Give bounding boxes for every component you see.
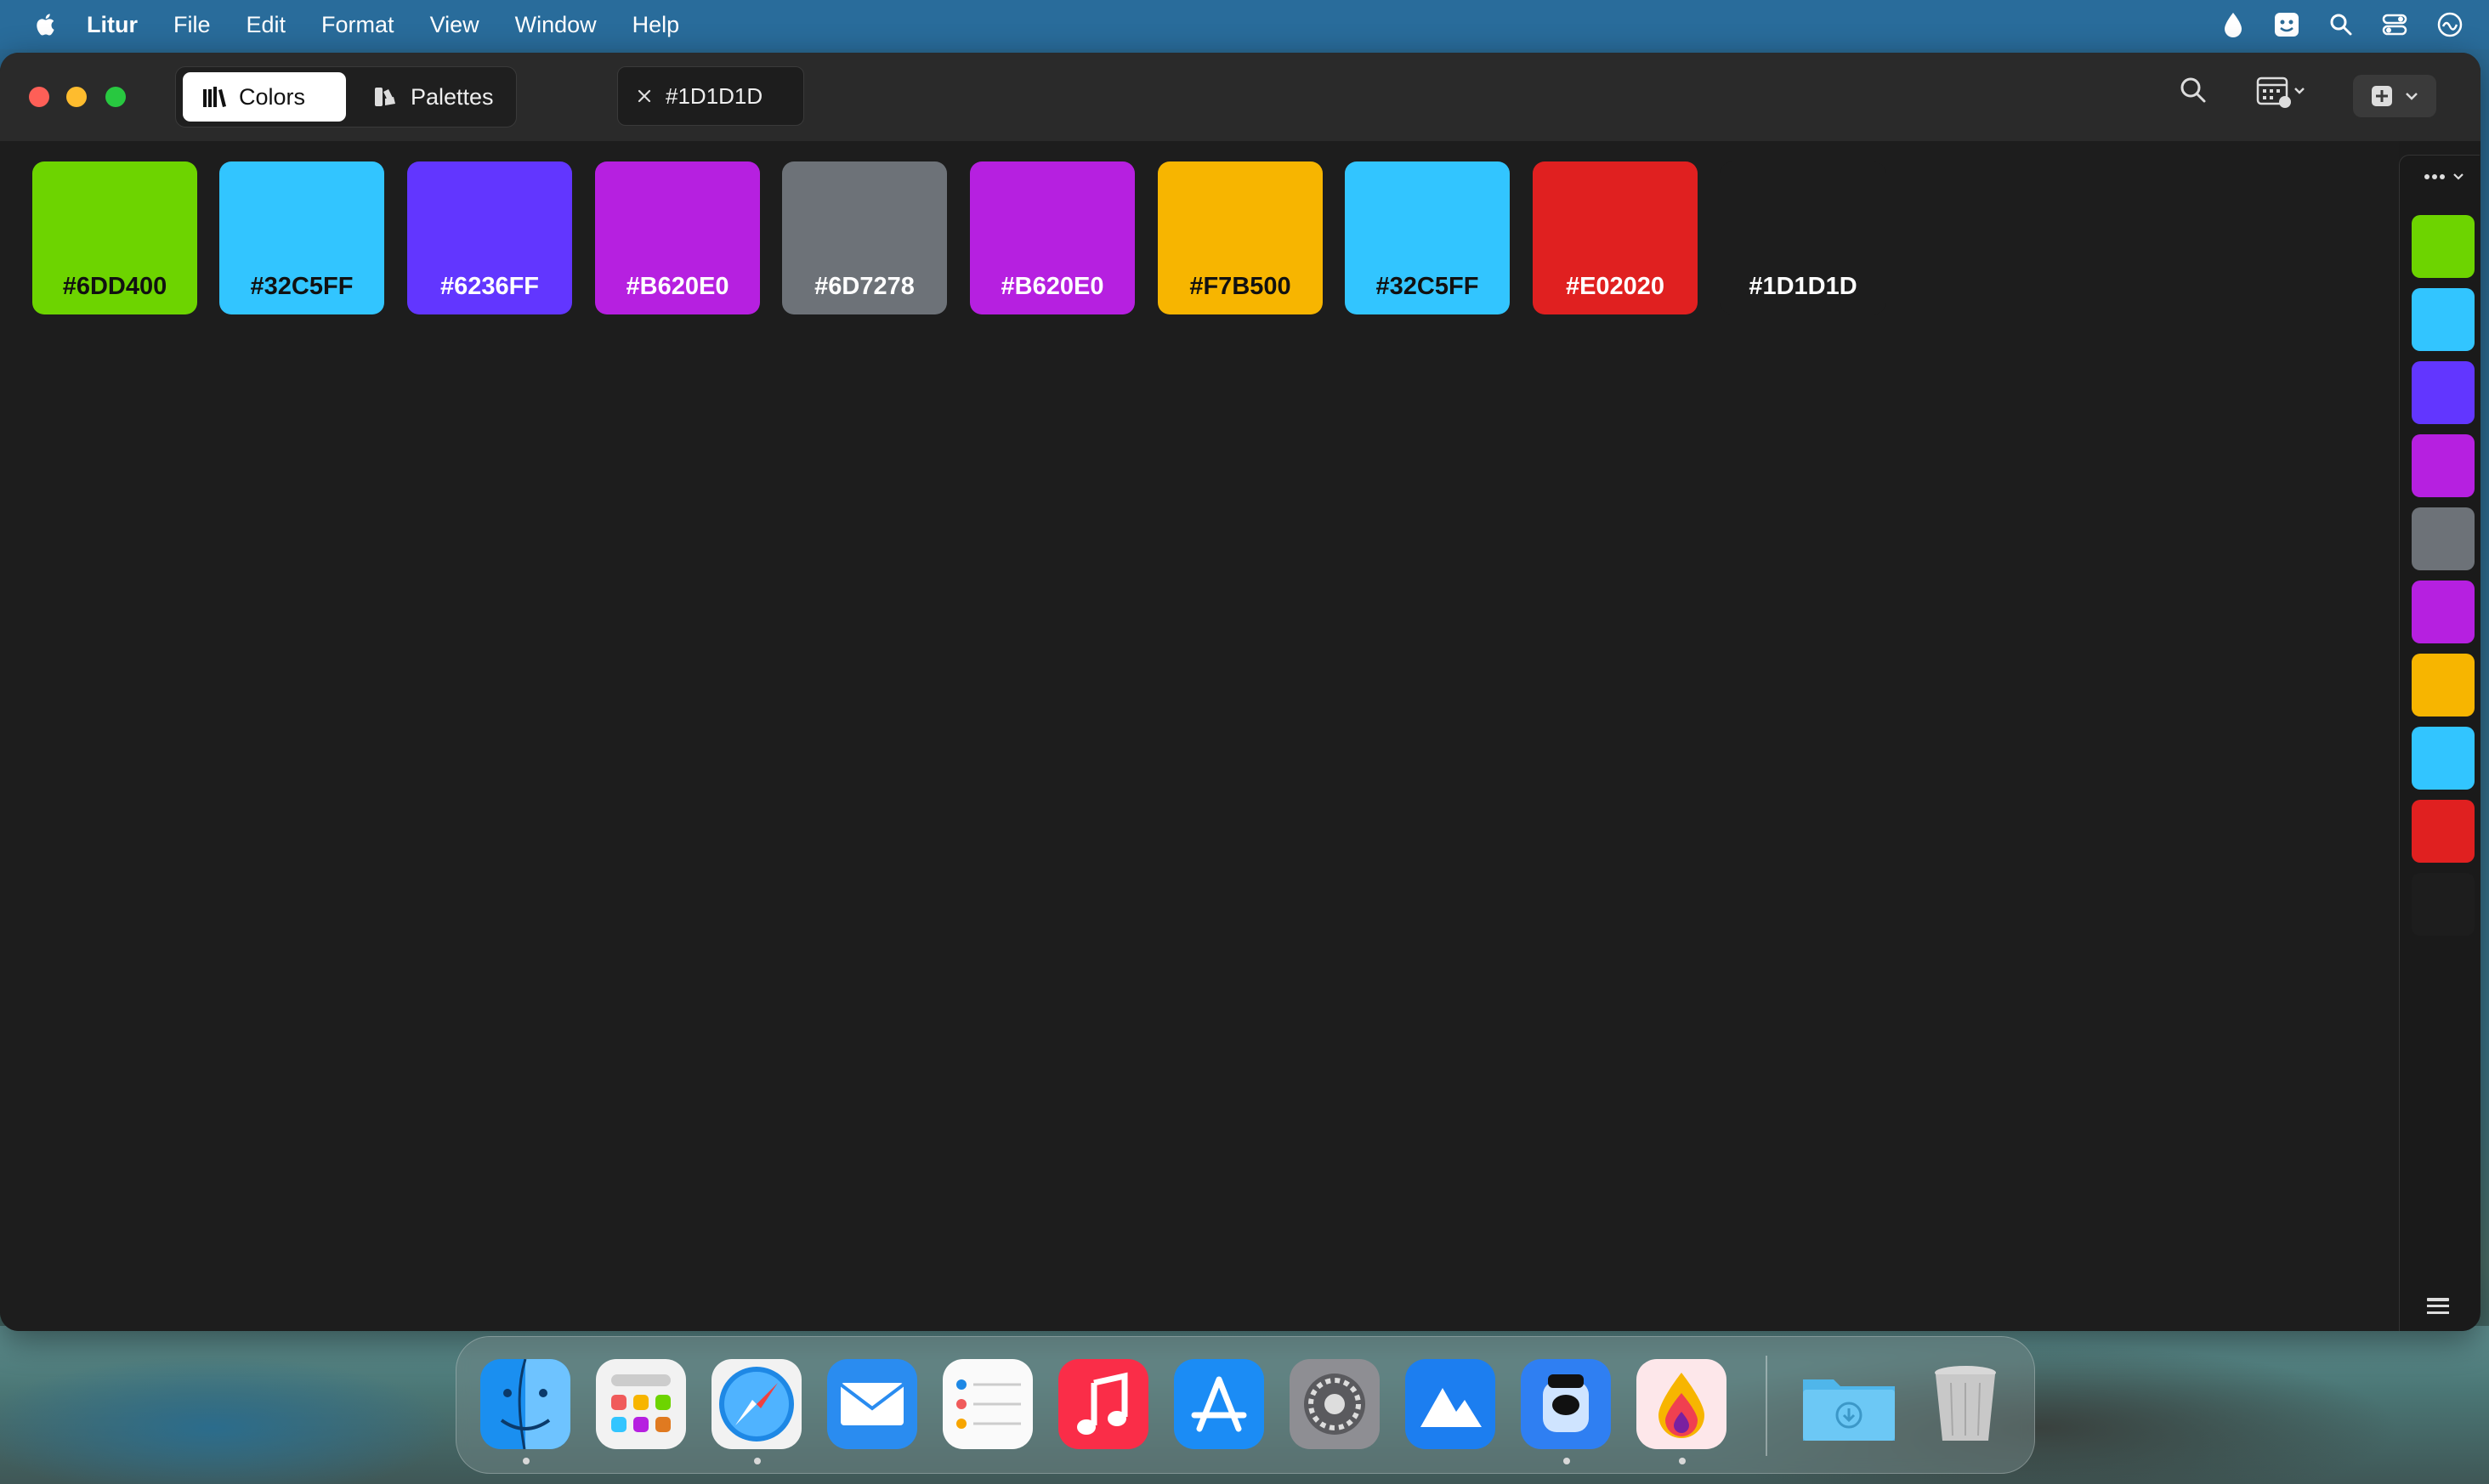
color-swatch[interactable]: #B620E0 <box>595 161 760 314</box>
color-swatch[interactable]: #E02020 <box>1533 161 1698 314</box>
color-hex-label: #E02020 <box>1565 273 1665 300</box>
window-toolbar: Colors Palettes #1D1D1D <box>0 53 2480 141</box>
app-store-icon[interactable] <box>1174 1359 1264 1449</box>
color-hex-label: #1D1D1D <box>1749 273 1857 300</box>
view-segmented-control: Colors Palettes <box>175 66 517 127</box>
palette-swatches-icon <box>375 88 395 106</box>
color-hex-label: #F7B500 <box>1189 273 1291 300</box>
rail-color-swatch[interactable] <box>2412 288 2475 351</box>
spotlight-search-icon[interactable] <box>2329 13 2353 37</box>
menu-bar: Litur File Edit Format View Window Help <box>0 0 2489 49</box>
color-swatch[interactable]: #6236FF <box>407 161 572 314</box>
close-tab-icon[interactable] <box>637 88 652 104</box>
dock <box>456 1336 2035 1474</box>
open-color-tab[interactable]: #1D1D1D <box>617 66 804 126</box>
running-indicator <box>1563 1458 1570 1464</box>
running-indicator <box>754 1458 761 1464</box>
rail-color-swatch[interactable] <box>2412 654 2475 717</box>
rail-color-swatch[interactable] <box>2412 361 2475 424</box>
color-sidebar-rail <box>2399 155 2480 1331</box>
droplet-icon[interactable] <box>2222 11 2244 38</box>
litur-icon[interactable] <box>1636 1359 1726 1449</box>
menu-window[interactable]: Window <box>515 12 597 38</box>
rail-color-swatch[interactable] <box>2412 873 2475 936</box>
close-window-button[interactable] <box>29 87 49 107</box>
rail-color-swatch[interactable] <box>2412 581 2475 643</box>
finder-icon[interactable] <box>480 1359 570 1449</box>
mountain-app-icon[interactable] <box>1405 1359 1495 1449</box>
minimize-window-button[interactable] <box>66 87 87 107</box>
menu-view[interactable]: View <box>430 12 479 38</box>
color-swatch[interactable]: #6DD400 <box>32 161 197 314</box>
music-icon[interactable] <box>1058 1359 1148 1449</box>
downloads-folder-icon[interactable] <box>1798 1359 1900 1449</box>
tab-palettes-label: Palettes <box>411 83 494 110</box>
apple-menu-icon[interactable] <box>34 12 60 37</box>
color-hex-label: #32C5FF <box>250 273 354 300</box>
mail-icon[interactable] <box>827 1359 917 1449</box>
menu-file[interactable]: File <box>173 12 211 38</box>
add-square-icon <box>2372 86 2392 106</box>
color-hex-label: #6DD400 <box>62 273 167 300</box>
colors-grid: #6DD400 #32C5FF #6236FF #B620E0 #6D7278 … <box>0 141 2399 1331</box>
reminders-icon[interactable] <box>943 1359 1033 1449</box>
zoom-window-button[interactable] <box>105 87 126 107</box>
app-window: Colors Palettes #1D1D1D #6DD400 #32C5FF … <box>0 53 2480 1331</box>
tab-palettes[interactable]: Palettes <box>354 72 513 122</box>
rail-color-swatch[interactable] <box>2412 507 2475 570</box>
rail-color-swatch[interactable] <box>2412 215 2475 278</box>
color-swatch[interactable]: #32C5FF <box>219 161 384 314</box>
chevron-down-icon <box>2453 173 2463 180</box>
list-menu-icon[interactable] <box>2425 1296 2451 1317</box>
open-color-tab-label: #1D1D1D <box>666 82 763 109</box>
trash-icon[interactable] <box>1920 1359 2010 1449</box>
chevron-down-icon <box>2406 93 2418 100</box>
color-swatch[interactable]: #6D7278 <box>782 161 947 314</box>
color-hex-label: #6D7278 <box>814 273 915 300</box>
preview-jar-icon[interactable] <box>1521 1359 1611 1449</box>
face-box-icon[interactable] <box>2273 11 2300 38</box>
rail-color-swatch[interactable] <box>2412 727 2475 790</box>
menu-app-name[interactable]: Litur <box>87 12 138 38</box>
color-swatch[interactable]: #1D1D1D <box>1721 161 1885 314</box>
menu-bar-status-area <box>2222 0 2463 49</box>
menu-format[interactable]: Format <box>321 12 394 38</box>
rail-color-swatch[interactable] <box>2412 434 2475 497</box>
dock-divider <box>1766 1356 1767 1456</box>
add-color-button[interactable] <box>2353 75 2436 117</box>
color-hex-label: #32C5FF <box>1375 273 1479 300</box>
search-icon[interactable] <box>2178 75 2208 105</box>
menu-help[interactable]: Help <box>632 12 680 38</box>
control-center-icon[interactable] <box>2382 13 2407 37</box>
color-swatch[interactable]: #32C5FF <box>1345 161 1510 314</box>
running-indicator <box>1679 1458 1686 1464</box>
launchpad-icon[interactable] <box>596 1359 686 1449</box>
color-hex-label: #B620E0 <box>1001 273 1104 300</box>
safari-icon[interactable] <box>712 1359 802 1449</box>
rail-more-button[interactable] <box>2424 173 2464 181</box>
library-icon <box>203 87 226 107</box>
color-swatch[interactable]: #F7B500 <box>1158 161 1323 314</box>
running-indicator <box>523 1458 530 1464</box>
color-hex-label: #6236FF <box>439 273 540 300</box>
color-hex-label: #B620E0 <box>626 273 729 300</box>
rail-color-swatch[interactable] <box>2412 800 2475 863</box>
siri-icon[interactable] <box>2436 11 2463 38</box>
ellipsis-icon <box>2424 174 2445 179</box>
tab-colors[interactable]: Colors <box>183 72 346 122</box>
menu-edit[interactable]: Edit <box>247 12 286 38</box>
system-settings-icon[interactable] <box>1290 1359 1380 1449</box>
view-options-icon[interactable] <box>2256 75 2310 109</box>
color-swatch[interactable]: #B620E0 <box>970 161 1135 314</box>
tab-colors-label: Colors <box>239 83 306 110</box>
